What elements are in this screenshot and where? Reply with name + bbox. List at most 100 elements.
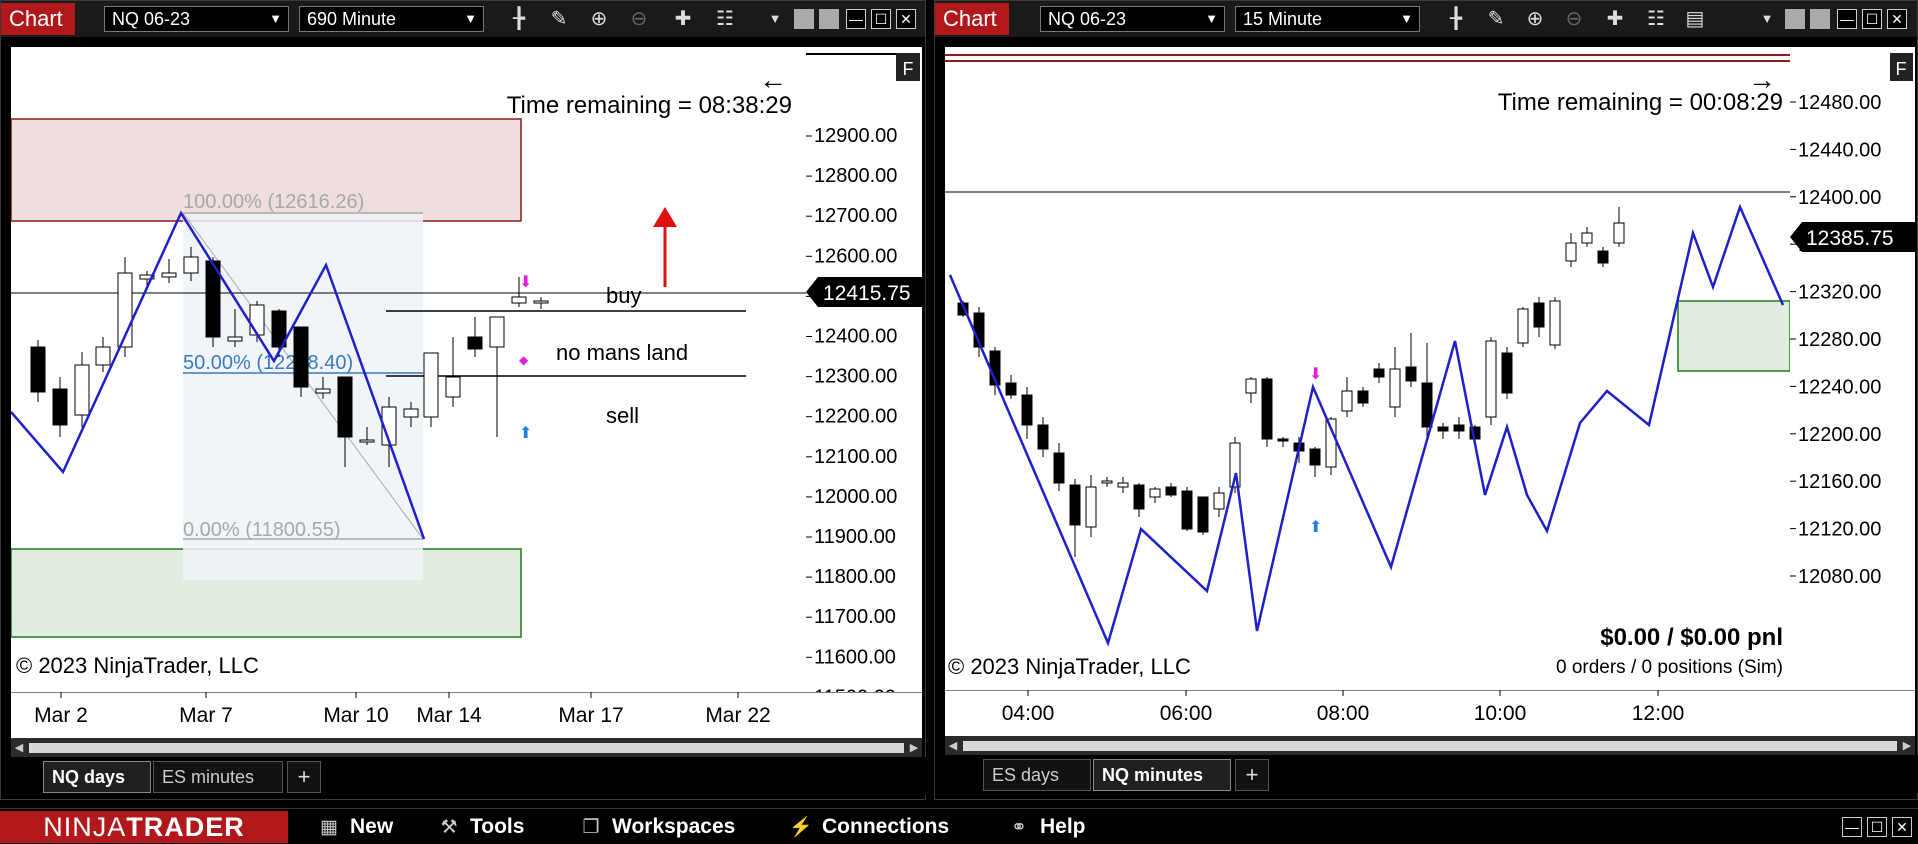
data-box-icon[interactable]: ☷ xyxy=(1642,6,1670,32)
copyright: © 2023 NinjaTrader, LLC xyxy=(16,653,259,678)
time-axis[interactable]: 04:00 06:00 08:00 10:00 12:00 xyxy=(945,689,1915,736)
interval-selector[interactable]: 15 Minute ▼ xyxy=(1235,6,1420,32)
logo-text: NINJA xyxy=(43,812,127,842)
price-panel[interactable]: 100.00% (12616.26) 50.00% (12208.40) 0.0… xyxy=(10,47,806,692)
scroll-right-icon[interactable]: → xyxy=(1748,64,1776,95)
scroll-left-arrow-icon[interactable]: ◀ xyxy=(11,738,27,758)
candle-body xyxy=(1133,484,1145,510)
control-center-bar: NINJATRADER ▦ New ⚒ Tools ❐ Workspaces ⚡ Con… xyxy=(0,808,1918,844)
scrollbar-track[interactable] xyxy=(963,741,1897,751)
scrollbar-track[interactable] xyxy=(29,743,904,753)
price-axis-left[interactable]: F 12900.0012800.0012700.0012600.0012500.… xyxy=(806,47,922,708)
drawing-tool-icon[interactable]: ✎ xyxy=(1482,6,1510,32)
instrument-selector[interactable]: NQ 06-23 ▼ xyxy=(1040,6,1225,32)
candle-body xyxy=(1581,232,1593,244)
instrument-selector[interactable]: NQ 06-23 ▼ xyxy=(104,6,289,32)
maximize-icon[interactable]: ☐ xyxy=(1867,817,1887,837)
window-link-icon[interactable] xyxy=(819,9,839,29)
tab-nq-minutes[interactable]: NQ minutes xyxy=(1093,759,1231,791)
tab-nq-days[interactable]: NQ days xyxy=(43,761,151,793)
time-remaining: Time remaining = 08:38:29 xyxy=(507,92,792,119)
price-tick-label: 12440.00 xyxy=(1798,139,1881,161)
candle-body xyxy=(1037,424,1049,450)
candle-body xyxy=(1501,352,1513,394)
tools-icon: ⚒ xyxy=(440,817,458,838)
scroll-right-arrow-icon[interactable]: ▶ xyxy=(906,738,922,758)
tab-es-minutes[interactable]: ES minutes xyxy=(153,761,283,793)
candle-body xyxy=(1069,484,1081,526)
workspaces-icon: ❐ xyxy=(582,817,600,838)
candle-body xyxy=(1453,424,1465,432)
zoom-out-icon[interactable]: ⊖ xyxy=(1560,6,1588,32)
price-tick-label: 12800.00 xyxy=(814,165,897,187)
horizontal-scrollbar[interactable]: ◀ ▶ xyxy=(945,736,1915,756)
price-tick-label: 11900.00 xyxy=(814,526,896,548)
price-tick-label: 12300.00 xyxy=(814,366,897,388)
price-tick-label: 11600.00 xyxy=(814,646,896,668)
add-tab-icon[interactable]: + xyxy=(1235,759,1269,791)
price-tick-label: 12320.00 xyxy=(1798,282,1881,304)
scroll-left-icon[interactable]: ← xyxy=(759,64,787,95)
date-axis-left[interactable]: Mar 2 Mar 7 Mar 10 Mar 14 Mar 17 Mar 22 xyxy=(11,691,922,738)
candle-body xyxy=(1005,382,1017,396)
crosshair-icon[interactable]: ✚ xyxy=(669,6,697,32)
menu-workspaces[interactable]: ❐ Workspaces xyxy=(578,813,735,841)
bar-type-icon[interactable]: ╊ xyxy=(505,6,533,32)
candle-body xyxy=(1437,426,1449,432)
time-axis-right[interactable]: 04:00 06:00 08:00 10:00 12:00 xyxy=(945,689,1915,736)
candle-body xyxy=(1245,378,1257,394)
price-axis[interactable]: F 12480.0012440.0012400.0012360.0012320.… xyxy=(1790,47,1915,690)
zoom-in-icon[interactable]: ⊕ xyxy=(585,6,613,32)
minimize-icon[interactable]: — xyxy=(1842,817,1862,837)
scroll-right-arrow-icon[interactable]: ▶ xyxy=(1899,736,1915,756)
menu-label: New xyxy=(350,815,394,838)
close-icon[interactable]: ✕ xyxy=(896,9,916,29)
tab-es-days[interactable]: ES days xyxy=(983,759,1091,791)
time-tick-label: 10:00 xyxy=(1474,702,1527,725)
menu-label: Workspaces xyxy=(612,815,736,838)
scroll-left-arrow-icon[interactable]: ◀ xyxy=(945,736,961,756)
interval-selector[interactable]: 690 Minute ▼ xyxy=(299,6,484,32)
maximize-icon[interactable]: ☐ xyxy=(1862,9,1882,29)
zoom-out-icon[interactable]: ⊖ xyxy=(625,6,653,32)
drawing-tool-icon[interactable]: ✎ xyxy=(545,6,573,32)
menu-tools[interactable]: ⚒ Tools xyxy=(436,813,524,841)
chart-plot-left[interactable]: 100.00% (12616.26) 50.00% (12208.40) 0.0… xyxy=(10,47,806,692)
minimize-icon[interactable]: — xyxy=(1837,9,1857,29)
minimize-icon[interactable]: — xyxy=(846,9,866,29)
candlesticks xyxy=(957,207,1625,557)
date-tick-label: Mar 2 xyxy=(34,704,88,727)
properties-icon[interactable]: ▤ xyxy=(1681,6,1709,32)
down-arrow-marker-icon: ⬇ xyxy=(519,274,532,291)
chart-window-left: Chart NQ 06-23 ▼ 690 Minute ▼ ╊ ✎ ⊕ ⊖ ✚ ☷ … xyxy=(0,0,927,800)
window-pin-icon[interactable] xyxy=(1785,9,1805,29)
add-tab-icon[interactable]: + xyxy=(287,761,321,793)
date-axis[interactable]: Mar 2 Mar 7 Mar 10 Mar 14 Mar 17 Mar 22 xyxy=(11,691,922,738)
f-label: F xyxy=(1896,59,1907,79)
chart-plot-right[interactable]: ⬇ ⬆ Time remaining = 00:08:29 → $0.00 / … xyxy=(945,47,1791,690)
menu-connections[interactable]: ⚡ Connections xyxy=(788,813,949,841)
fib-label-100: 100.00% (12616.26) xyxy=(183,191,364,213)
price-axis[interactable]: F 12900.0012800.0012700.0012600.0012500.… xyxy=(806,47,922,708)
zoom-in-icon[interactable]: ⊕ xyxy=(1521,6,1549,32)
price-panel[interactable]: ⬇ ⬆ Time remaining = 00:08:29 → $0.00 / … xyxy=(945,47,1791,690)
data-box-icon[interactable]: ☷ xyxy=(711,6,739,32)
horizontal-scrollbar[interactable]: ◀ ▶ xyxy=(11,738,922,758)
close-icon[interactable]: ✕ xyxy=(1892,817,1912,837)
dropdown-icon[interactable]: ▼ xyxy=(761,6,789,32)
pnl-readout: $0.00 / $0.00 pnl xyxy=(1600,624,1783,651)
maximize-icon[interactable]: ☐ xyxy=(871,9,891,29)
close-icon[interactable]: ✕ xyxy=(1887,9,1907,29)
zigzag-indicator xyxy=(948,203,1785,647)
window-pin-icon[interactable] xyxy=(794,9,814,29)
window-link-icon[interactable] xyxy=(1810,9,1830,29)
crosshair-icon[interactable]: ✚ xyxy=(1601,6,1629,32)
chart-caption: Chart xyxy=(1,3,75,35)
dropdown-icon[interactable]: ▼ xyxy=(1753,6,1781,32)
menu-help[interactable]: ⚭ Help xyxy=(1006,813,1085,841)
candle-body xyxy=(1021,394,1033,426)
bar-type-icon[interactable]: ╊ xyxy=(1442,6,1470,32)
price-axis-right[interactable]: F 12480.0012440.0012400.0012360.0012320.… xyxy=(1790,47,1915,690)
menu-new[interactable]: ▦ New xyxy=(316,813,393,841)
chevron-down-icon: ▼ xyxy=(269,11,282,26)
